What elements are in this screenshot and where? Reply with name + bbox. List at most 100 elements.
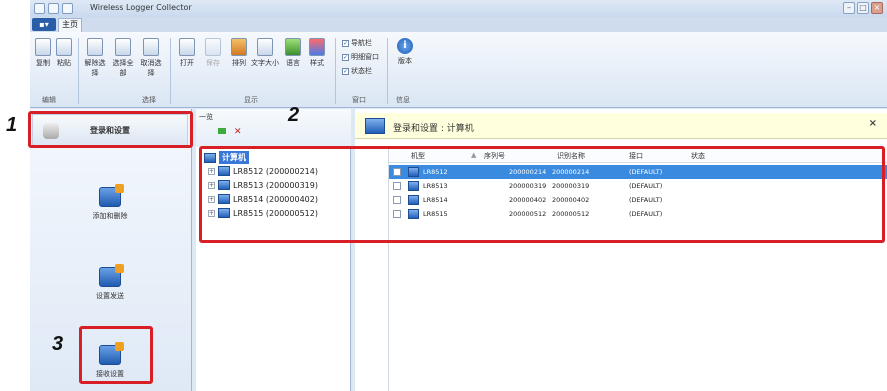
cell-name: 200000319: [552, 182, 590, 190]
tree-tab-label[interactable]: 一览: [199, 112, 213, 122]
delete-icon[interactable]: ✕: [234, 127, 242, 137]
group-display-label: 显示: [244, 96, 258, 104]
login-settings-button[interactable]: 登录和设置: [32, 114, 188, 148]
content-title: 登录和设置 : 计算机: [393, 124, 474, 134]
column-header-status[interactable]: 状态: [691, 151, 705, 161]
group-select-label: 选择: [142, 96, 156, 104]
column-header-serial[interactable]: 序列号: [484, 151, 505, 161]
cell-name: 200000214: [552, 168, 590, 176]
table-header: 机型 ▲ 序列号 识别名称 接口 状态: [389, 147, 887, 163]
tree-item-label: LR8514 (200000402): [233, 194, 318, 204]
tree-item-label: LR8515 (200000512): [233, 208, 318, 218]
save-button[interactable]: 保存: [202, 38, 224, 68]
logger-icon: [218, 180, 230, 190]
row-checkbox[interactable]: [393, 182, 401, 190]
style-label: 样式: [310, 59, 324, 67]
nav-bar-checkbox[interactable]: ✓ 导航栏: [342, 38, 372, 48]
device-tree-panel: 一览 ✕ 计算机 + LR8512 (200000214) + LR8513 (…: [196, 109, 351, 391]
ribbon-tabs: ▪▾ 主页: [30, 17, 887, 32]
cell-name: 200000512: [552, 210, 590, 218]
version-button[interactable]: i 版本: [392, 38, 418, 66]
ribbon-separator: [387, 38, 388, 104]
cell-model: LR8512: [423, 168, 448, 176]
cell-interface: (DEFAULT): [629, 196, 663, 204]
details-window-checkbox[interactable]: ✓ 明细窗口: [342, 52, 379, 62]
app-menu-button[interactable]: ▪▾: [32, 18, 56, 31]
quick-access-toolbar: [34, 3, 73, 14]
expand-icon[interactable]: +: [208, 167, 215, 175]
tree-item[interactable]: + LR8514 (200000402): [208, 194, 318, 204]
content-header: 登录和设置 : 计算机 ×: [355, 113, 887, 139]
tree-root-computer[interactable]: 计算机: [204, 151, 249, 164]
clear-selection-icon: [87, 38, 103, 56]
logger-icon: [408, 181, 419, 191]
login-icon: [43, 123, 59, 139]
logger-table: 机型 ▲ 序列号 识别名称 接口 状态 LR8512 200000214 200…: [388, 147, 887, 391]
checkmark-icon: ✓: [342, 67, 349, 75]
deselect-icon: [143, 38, 159, 56]
table-row[interactable]: LR8513 200000319 200000319 (DEFAULT): [389, 179, 887, 193]
row-checkbox[interactable]: [393, 196, 401, 204]
cell-interface: (DEFAULT): [629, 168, 663, 176]
language-icon: [285, 38, 301, 56]
select-all-icon: [115, 38, 131, 56]
expand-icon[interactable]: +: [208, 195, 215, 203]
close-icon[interactable]: ×: [869, 118, 877, 129]
clear-selection-label: 解除选择: [84, 59, 106, 77]
add-arrow-icon[interactable]: [218, 128, 226, 134]
callout-number-3: 3: [52, 333, 64, 355]
copy-label: 复制: [36, 59, 50, 67]
status-bar-checkbox[interactable]: ✓ 状态栏: [342, 66, 372, 76]
title-bar: Wireless Logger Collector – □ ×: [30, 0, 887, 17]
deselect-button[interactable]: 取消选择: [138, 38, 164, 78]
tree-item[interactable]: + LR8512 (200000214): [208, 166, 318, 176]
ribbon-separator: [335, 38, 336, 104]
receive-settings-button[interactable]: 接收设置: [70, 342, 150, 379]
minimize-button[interactable]: –: [843, 2, 855, 14]
checkmark-icon: ✓: [342, 39, 349, 47]
text-size-button[interactable]: 文字大小: [250, 38, 280, 68]
style-button[interactable]: 样式: [306, 38, 328, 68]
tab-home[interactable]: 主页: [58, 18, 82, 32]
column-header-model[interactable]: 机型: [411, 151, 425, 161]
cell-model: LR8514: [423, 196, 448, 204]
cell-serial: 200000402: [509, 196, 547, 204]
info-icon: i: [397, 38, 413, 54]
close-button[interactable]: ×: [871, 2, 883, 14]
tree-root-label: 计算机: [219, 151, 249, 164]
table-row[interactable]: LR8512 200000214 200000214 (DEFAULT): [389, 165, 887, 179]
send-settings-button[interactable]: 设置发送: [70, 264, 150, 301]
callout-number-2: 2: [288, 104, 300, 126]
clear-selection-button[interactable]: 解除选择: [82, 38, 108, 78]
save-label: 保存: [206, 59, 220, 67]
tree-item[interactable]: + LR8515 (200000512): [208, 208, 318, 218]
columns-button[interactable]: 排列: [228, 38, 250, 68]
app-window: Wireless Logger Collector – □ × ▪▾ 主页 复制…: [30, 0, 887, 391]
column-header-name[interactable]: 识别名称: [557, 151, 585, 161]
maximize-button[interactable]: □: [857, 2, 869, 14]
expand-icon[interactable]: +: [208, 209, 215, 217]
row-checkbox[interactable]: [393, 210, 401, 218]
send-settings-label: 设置发送: [96, 292, 124, 300]
tree-item[interactable]: + LR8513 (200000319): [208, 180, 318, 190]
row-checkbox[interactable]: [393, 168, 401, 176]
qat-check-icon[interactable]: [48, 3, 59, 14]
language-button[interactable]: 语言: [282, 38, 304, 68]
copy-button[interactable]: 复制: [33, 38, 53, 68]
paste-button[interactable]: 粘贴: [54, 38, 74, 68]
select-all-button[interactable]: 选择全部: [110, 38, 136, 78]
column-header-interface[interactable]: 接口: [629, 151, 643, 161]
qat-window-icon[interactable]: [62, 3, 73, 14]
expand-icon[interactable]: +: [208, 181, 215, 189]
nav-bar-label: 导航栏: [351, 39, 372, 47]
app-icon[interactable]: [34, 3, 45, 14]
open-button[interactable]: 打开: [176, 38, 198, 68]
paste-icon: [56, 38, 72, 56]
add-remove-button[interactable]: 添加和删除: [70, 184, 150, 221]
group-info-label: 信息: [396, 96, 410, 104]
cell-interface: (DEFAULT): [629, 182, 663, 190]
table-row[interactable]: LR8515 200000512 200000512 (DEFAULT): [389, 207, 887, 221]
table-row[interactable]: LR8514 200000402 200000402 (DEFAULT): [389, 193, 887, 207]
open-label: 打开: [180, 59, 194, 67]
save-icon: [205, 38, 221, 56]
